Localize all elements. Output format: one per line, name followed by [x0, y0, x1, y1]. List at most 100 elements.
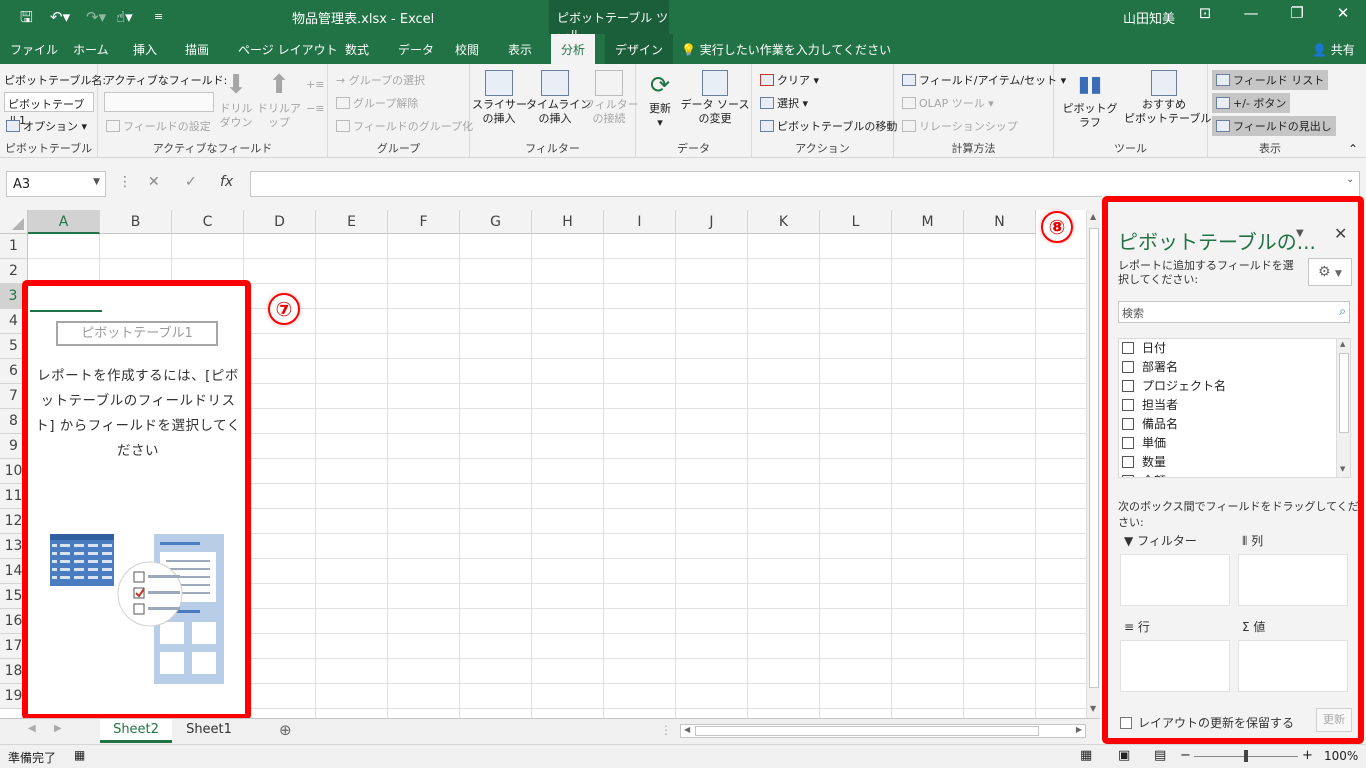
row-header[interactable]: 12 [0, 509, 28, 534]
close-window-icon[interactable]: ✕ [1328, 4, 1358, 22]
field-checkbox[interactable] [1122, 342, 1134, 354]
field-item[interactable]: 単価 [1122, 434, 1166, 453]
relationships-button[interactable]: リレーションシップ [902, 118, 1018, 134]
olap-tools-button[interactable]: OLAP ツール ▾ [902, 95, 994, 111]
change-source-button[interactable]: データ ソース の変更 [680, 70, 750, 126]
active-field-input[interactable] [104, 92, 214, 112]
tab-view[interactable]: 表示 [508, 41, 532, 58]
ungroup-button[interactable]: グループ解除 [336, 95, 418, 111]
column-header[interactable]: D [244, 210, 316, 234]
tab-formulas[interactable]: 数式 [345, 41, 369, 58]
minimize-icon[interactable]: — [1236, 4, 1266, 22]
customize-qat-icon[interactable]: ≡ [154, 7, 163, 27]
insert-slicer-button[interactable]: スライサー の挿入 [472, 70, 527, 126]
row-header[interactable]: 10 [0, 459, 28, 484]
column-header[interactable]: I [604, 210, 676, 234]
formula-input[interactable] [250, 171, 1360, 197]
collapse-ribbon-icon[interactable]: ⌃ [1348, 142, 1358, 156]
undo-icon[interactable]: ↶▾ [50, 7, 70, 27]
drillup-button[interactable]: ⬆ ドリルアップ [256, 70, 302, 130]
rows-drop-zone[interactable] [1120, 640, 1230, 692]
row-header[interactable]: 5 [0, 334, 28, 359]
values-area[interactable]: Σ 値 [1238, 616, 1348, 696]
row-header[interactable]: 7 [0, 384, 28, 409]
group-selection-button[interactable]: → グループの選択 [336, 72, 425, 88]
sheet-tab-sheet1[interactable]: Sheet1 [174, 719, 244, 743]
filter-connections-button[interactable]: フィルター の接続 [584, 70, 639, 126]
enter-icon[interactable]: ✓ [185, 174, 197, 190]
collapse-field-icon[interactable]: −≡ [306, 102, 324, 115]
tab-insert[interactable]: 挿入 [133, 41, 157, 58]
pivot-name-input[interactable]: ピボットテーブル1 [4, 92, 94, 127]
tab-page-layout[interactable]: ページ レイアウト [238, 41, 338, 58]
row-header[interactable]: 6 [0, 359, 28, 384]
zoom-level[interactable]: 100% [1324, 749, 1358, 763]
tab-review[interactable]: 校閲 [455, 41, 479, 58]
options-button[interactable]: オプション ▾ [6, 118, 87, 134]
field-item[interactable]: 備品名 [1122, 415, 1178, 434]
fields-items-sets-button[interactable]: フィールド/アイテム/セット ▾ [902, 72, 1066, 88]
column-header[interactable]: L [820, 210, 892, 234]
row-header[interactable]: 4 [0, 309, 28, 334]
row-header[interactable]: 17 [0, 634, 28, 659]
row-header[interactable]: 1 [0, 234, 28, 259]
defer-update-checkbox[interactable]: レイアウトの更新を保留する [1120, 714, 1294, 731]
tab-draw[interactable]: 描画 [185, 41, 209, 58]
touch-mode-icon[interactable]: ☝▾ [116, 7, 133, 27]
field-item[interactable]: プロジェクト名 [1122, 377, 1226, 396]
column-header[interactable]: E [316, 210, 388, 234]
field-item[interactable]: 金額 [1122, 472, 1166, 477]
next-sheet-icon[interactable]: ▶ [54, 723, 62, 734]
field-item[interactable]: 日付 [1122, 339, 1166, 358]
values-drop-zone[interactable] [1238, 640, 1348, 692]
field-checkbox[interactable] [1122, 399, 1134, 411]
column-header[interactable]: G [460, 210, 532, 234]
sheet-tab-sheet2[interactable]: Sheet2 [100, 719, 172, 743]
insert-timeline-button[interactable]: タイムライン の挿入 [526, 70, 591, 126]
row-header[interactable]: 16 [0, 609, 28, 634]
horizontal-scrollbar[interactable]: ◀ ▶ [680, 724, 1086, 738]
row-header[interactable]: 15 [0, 584, 28, 609]
pivotchart-button[interactable]: ▮▮ ピボットグラフ [1060, 70, 1120, 130]
scroll-up-icon[interactable]: ▲ [1090, 212, 1096, 221]
field-item[interactable]: 数量 [1122, 453, 1166, 472]
column-header[interactable]: M [892, 210, 964, 234]
page-layout-view-icon[interactable]: ▣ [1118, 748, 1130, 763]
scroll-down-icon[interactable]: ▼ [1090, 704, 1096, 713]
filters-drop-zone[interactable] [1120, 554, 1230, 606]
defer-checkbox-box[interactable] [1120, 717, 1132, 729]
close-icon[interactable]: ✕ [1334, 224, 1347, 243]
tab-data[interactable]: データ [398, 41, 434, 58]
tab-analyze[interactable]: 分析 [551, 34, 596, 64]
update-button[interactable]: 更新 [1316, 708, 1352, 732]
column-header[interactable]: F [388, 210, 460, 234]
restore-icon[interactable]: ❐ [1282, 4, 1312, 22]
active-cell[interactable] [30, 288, 102, 312]
tab-home[interactable]: ホーム [73, 41, 109, 58]
page-break-view-icon[interactable]: ▤ [1154, 748, 1166, 763]
field-settings-button[interactable]: フィールドの設定 [106, 118, 211, 134]
field-checkbox[interactable] [1122, 456, 1134, 468]
drilldown-button[interactable]: ⬇ ドリル ダウン [218, 70, 254, 130]
row-header[interactable]: 19 [0, 684, 28, 709]
user-name[interactable]: 山田知美 [1123, 8, 1175, 27]
chevron-down-icon[interactable]: ▼ [93, 177, 100, 187]
column-header[interactable]: K [748, 210, 820, 234]
expand-formula-icon[interactable]: ⌄ [1346, 174, 1354, 185]
column-header[interactable]: B [100, 210, 172, 234]
scroll-left-icon[interactable]: ◀ [684, 725, 690, 734]
rows-area[interactable]: ≡ 行 [1120, 616, 1230, 696]
scroll-thumb[interactable] [1089, 228, 1099, 688]
expand-field-icon[interactable]: +≡ [306, 78, 324, 91]
column-header[interactable]: C [172, 210, 244, 234]
insert-function-icon[interactable]: fx [220, 174, 233, 190]
field-list-toggle[interactable]: フィールド リスト [1212, 70, 1329, 90]
macro-record-icon[interactable]: ▦ [74, 748, 85, 762]
split-handle-icon[interactable]: ⋮ [660, 723, 672, 737]
field-list-scrollbar[interactable]: ▲ ▼ [1336, 339, 1350, 477]
redo-icon[interactable]: ↷▾ [86, 7, 106, 27]
clear-button[interactable]: クリア ▾ [760, 72, 819, 88]
field-headers-toggle[interactable]: フィールドの見出し [1212, 116, 1336, 136]
cancel-icon[interactable]: ✕ [148, 174, 160, 190]
scroll-right-icon[interactable]: ▶ [1076, 725, 1082, 734]
